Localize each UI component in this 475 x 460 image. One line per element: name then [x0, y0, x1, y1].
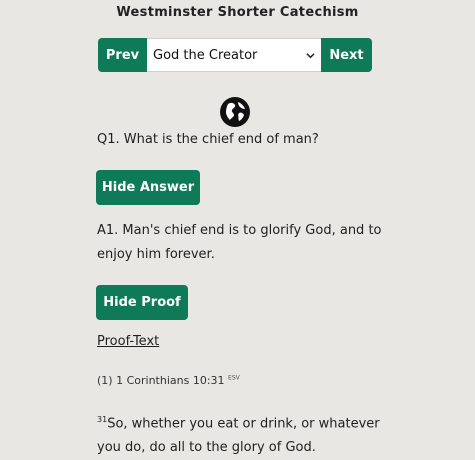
question-text: Q1. What is the chief end of man?	[97, 132, 319, 147]
topic-navigation: Prev God the Creator Next	[98, 38, 372, 72]
chevron-down-icon	[306, 52, 315, 58]
topic-select[interactable]: God the Creator	[147, 38, 321, 72]
next-button[interactable]: Next	[321, 38, 372, 72]
hide-answer-button[interactable]: Hide Answer	[96, 170, 200, 205]
reference-number: (1)	[97, 374, 113, 387]
verse-number: 31	[97, 415, 108, 424]
prev-button[interactable]: Prev	[98, 38, 147, 72]
globe-icon[interactable]	[219, 96, 251, 128]
answer-text: A1. Man's chief end is to glorify God, a…	[97, 223, 382, 262]
bible-version: ESV	[228, 374, 240, 382]
reference-link[interactable]: 1 Corinthians 10:31	[116, 374, 224, 387]
verse-text-block: 31So, whether you eat or drink, or whate…	[97, 408, 387, 460]
hide-proof-button[interactable]: Hide Proof	[96, 285, 188, 320]
topic-select-value: God the Creator	[153, 47, 258, 63]
verse-text: So, whether you eat or drink, or whateve…	[97, 416, 380, 456]
proof-text-heading: Proof-Text	[97, 334, 160, 349]
scripture-reference: (1) 1 Corinthians 10:31 ESV	[97, 374, 240, 387]
page-title: Westminster Shorter Catechism	[116, 5, 359, 20]
